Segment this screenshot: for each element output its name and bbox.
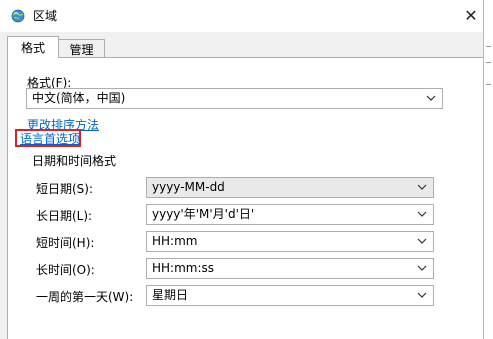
format-select-value: 中文(简体，中国) (32, 91, 126, 105)
close-button[interactable]: ✕ (462, 7, 480, 25)
chevron-down-icon (417, 211, 427, 217)
long-time-select[interactable]: HH:mm:ss (146, 258, 434, 279)
background-scroll-edge (484, 0, 493, 339)
change-sort-link[interactable]: 更改排序方法 (27, 118, 99, 132)
chevron-down-icon (426, 95, 436, 101)
short-time-value: HH:mm (152, 234, 198, 248)
chevron-down-icon (417, 265, 427, 271)
language-preferences-link[interactable]: 语言首选项 (20, 132, 80, 146)
window-title: 区域 (33, 9, 58, 23)
short-date-value: yyyy-MM-dd (152, 180, 225, 194)
short-date-select[interactable]: yyyy-MM-dd (146, 177, 434, 198)
datetime-group-title: 日期和时间格式 (29, 154, 120, 168)
long-date-value: yyyy'年'M'月'd'日' (152, 207, 255, 221)
tab-format[interactable]: 格式 (7, 36, 59, 58)
long-time-value: HH:mm:ss (152, 261, 215, 275)
title-bar: 区域 ✕ (0, 0, 483, 32)
region-dialog: 区域 ✕ 格式 管理 日期和时间格式 格式(F): 中文(简体，中国) 更改排序… (0, 0, 484, 339)
tab-format-label: 格式 (20, 41, 45, 55)
tab-manage[interactable]: 管理 (59, 39, 105, 58)
chevron-down-icon (417, 238, 427, 244)
edge-tick (486, 46, 491, 47)
chevron-down-icon (417, 292, 427, 298)
format-select[interactable]: 中文(简体，中国) (26, 88, 443, 109)
long-date-select[interactable]: yyyy'年'M'月'd'日' (146, 204, 434, 225)
first-day-of-week-select[interactable]: 星期日 (146, 285, 434, 306)
long-date-label: 长日期(L): (36, 209, 93, 223)
chevron-down-icon (417, 184, 427, 190)
first-day-of-week-label: 一周的第一天(W): (36, 290, 134, 304)
short-time-label: 短时间(H): (36, 236, 95, 250)
globe-icon (11, 9, 25, 23)
short-time-select[interactable]: HH:mm (146, 231, 434, 252)
close-icon: ✕ (464, 6, 478, 25)
edge-tick (486, 62, 491, 63)
short-date-label: 短日期(S): (36, 182, 94, 196)
first-day-of-week-value: 星期日 (152, 288, 189, 302)
edge-tick (486, 84, 491, 85)
long-time-label: 长时间(O): (36, 263, 95, 277)
tab-manage-label: 管理 (69, 43, 94, 57)
